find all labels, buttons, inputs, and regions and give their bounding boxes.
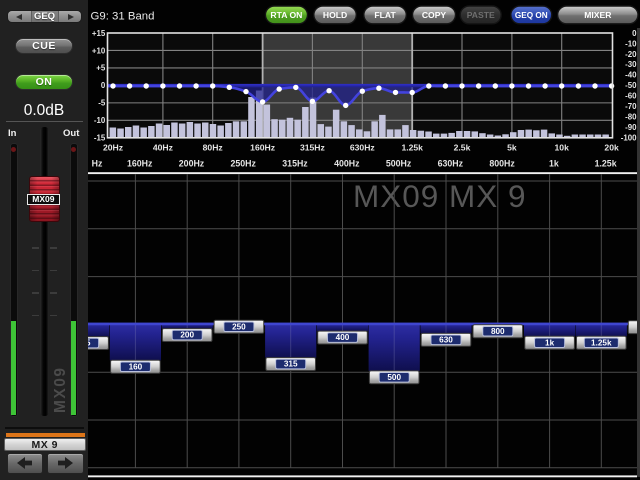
- svg-text:-5: -5: [98, 99, 106, 108]
- svg-text:G9: 31 Band: G9: 31 Band: [91, 10, 155, 22]
- svg-text:+5: +5: [96, 64, 106, 73]
- svg-text:0: 0: [101, 81, 106, 90]
- svg-text:-10: -10: [625, 39, 637, 48]
- svg-text:160: 160: [129, 362, 143, 371]
- svg-text:MIXER: MIXER: [584, 10, 612, 20]
- svg-text:1k: 1k: [545, 338, 555, 347]
- svg-text:315Hz: 315Hz: [300, 143, 325, 153]
- svg-text:FLAT: FLAT: [374, 10, 396, 20]
- svg-text:40Hz: 40Hz: [153, 143, 173, 153]
- svg-text:GEQ ON: GEQ ON: [515, 11, 548, 20]
- svg-text:PASTE: PASTE: [467, 10, 495, 20]
- svg-text:500: 500: [387, 373, 401, 382]
- svg-text:630Hz: 630Hz: [350, 143, 375, 153]
- svg-text:0: 0: [632, 29, 637, 38]
- svg-text:MX 9: MX 9: [449, 178, 527, 214]
- svg-text:-90: -90: [625, 123, 637, 132]
- svg-text:1.25k: 1.25k: [401, 143, 423, 153]
- svg-text:160Hz: 160Hz: [127, 159, 153, 169]
- svg-text:HOLD: HOLD: [323, 10, 347, 20]
- svg-text:1k: 1k: [549, 159, 559, 169]
- svg-text:400: 400: [336, 333, 350, 342]
- svg-text:MX09: MX09: [353, 178, 439, 214]
- svg-text:COPY: COPY: [422, 10, 447, 20]
- svg-text:-70: -70: [625, 102, 637, 111]
- svg-text:-50: -50: [625, 81, 637, 90]
- svg-text:315Hz: 315Hz: [282, 159, 308, 169]
- svg-text:20Hz: 20Hz: [103, 143, 123, 153]
- svg-text:-10: -10: [94, 116, 106, 125]
- svg-text:-15: -15: [94, 134, 106, 143]
- svg-text:-40: -40: [625, 71, 637, 80]
- svg-text:1.25k: 1.25k: [595, 159, 617, 169]
- svg-text:500Hz: 500Hz: [386, 159, 412, 169]
- svg-text:315: 315: [284, 360, 298, 369]
- svg-text:10k: 10k: [555, 143, 570, 153]
- svg-text:630: 630: [439, 336, 453, 345]
- svg-text:-80: -80: [625, 113, 637, 122]
- svg-text:-60: -60: [625, 92, 637, 101]
- svg-text:-30: -30: [625, 60, 637, 69]
- svg-text:80Hz: 80Hz: [203, 143, 223, 153]
- svg-text:20k: 20k: [604, 143, 619, 153]
- svg-text:200Hz: 200Hz: [179, 159, 205, 169]
- svg-text:400Hz: 400Hz: [334, 159, 360, 169]
- svg-text:630Hz: 630Hz: [438, 159, 464, 169]
- svg-text:800Hz: 800Hz: [489, 159, 515, 169]
- svg-text:5k: 5k: [507, 143, 517, 153]
- svg-text:RTA ON: RTA ON: [270, 10, 302, 20]
- svg-text:-20: -20: [625, 50, 637, 59]
- svg-text:200: 200: [180, 331, 194, 340]
- svg-text:160Hz: 160Hz: [250, 143, 275, 153]
- svg-text:250: 250: [232, 322, 246, 331]
- svg-text:Hz: Hz: [92, 159, 103, 169]
- svg-text:2.5k: 2.5k: [454, 143, 471, 153]
- svg-text:800: 800: [491, 327, 505, 336]
- svg-text:+10: +10: [92, 46, 106, 55]
- svg-text:1.25k: 1.25k: [591, 338, 612, 347]
- svg-text:-100: -100: [621, 134, 637, 143]
- svg-text:+15: +15: [92, 29, 106, 38]
- svg-text:250Hz: 250Hz: [230, 159, 256, 169]
